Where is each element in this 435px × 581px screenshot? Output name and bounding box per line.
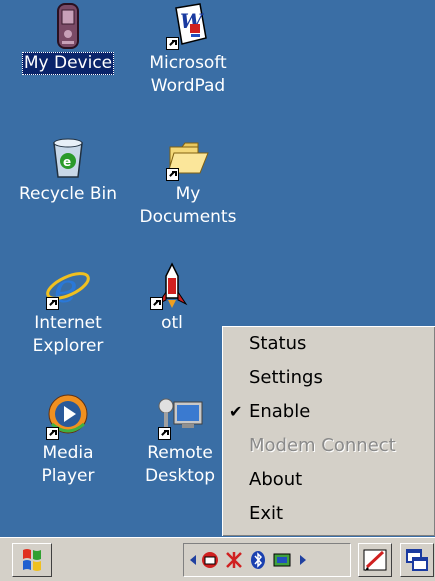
media-player-icon bbox=[44, 392, 92, 440]
shortcut-arrow-icon bbox=[158, 427, 171, 440]
desktop-icon-label: My Documents bbox=[139, 184, 237, 227]
window-switch-icon bbox=[406, 549, 428, 571]
windows-flag-icon bbox=[23, 549, 41, 571]
menu-item-settings[interactable]: Settings bbox=[223, 361, 435, 395]
network-icon[interactable] bbox=[200, 550, 220, 570]
menu-item-status[interactable]: Status bbox=[223, 327, 435, 361]
menu-item-label: Enable bbox=[249, 401, 311, 422]
menu-item-modem-connect: Modem Connect bbox=[223, 429, 435, 463]
internet-explorer-icon: e bbox=[44, 262, 92, 312]
remote-desktop-icon bbox=[156, 392, 204, 440]
menu-item-exit[interactable]: Exit bbox=[223, 497, 435, 531]
menu-item-about[interactable]: About bbox=[223, 463, 435, 497]
menu-item-label: About bbox=[249, 469, 303, 490]
shortcut-arrow-icon bbox=[166, 37, 179, 50]
folder-icon bbox=[164, 133, 212, 181]
window-switch-button[interactable] bbox=[400, 543, 434, 577]
menu-item-label: Exit bbox=[249, 503, 284, 524]
recycle-bin-icon: e bbox=[44, 133, 92, 181]
scroll-left-icon[interactable] bbox=[186, 550, 200, 570]
taskbar bbox=[0, 537, 435, 581]
pen-input-button[interactable] bbox=[358, 543, 392, 577]
desktop-icon-wordpad[interactable]: W Microsoft WordPad bbox=[128, 2, 248, 98]
desktop-icon-label: Microsoft WordPad bbox=[149, 53, 227, 96]
start-button[interactable] bbox=[12, 543, 52, 577]
menu-item-enable[interactable]: ✔ Enable bbox=[223, 395, 435, 429]
desktop-icon-label: Recycle Bin bbox=[18, 184, 117, 204]
my-device-icon bbox=[44, 2, 92, 50]
system-tray bbox=[183, 543, 351, 577]
connection-icon[interactable] bbox=[272, 550, 292, 570]
rocket-icon bbox=[148, 262, 196, 310]
desktop-icon-label: My Device bbox=[21, 52, 115, 75]
menu-item-label: Modem Connect bbox=[249, 435, 396, 456]
pen-input-icon bbox=[363, 549, 387, 571]
desktop-icon-media-player[interactable]: Media Player bbox=[8, 392, 128, 488]
checkmark-icon: ✔ bbox=[229, 402, 243, 421]
scroll-right-icon[interactable] bbox=[296, 550, 310, 570]
shortcut-arrow-icon bbox=[46, 297, 59, 310]
bluetooth-icon[interactable] bbox=[248, 550, 268, 570]
desktop-icon-otl[interactable]: otl bbox=[112, 262, 232, 335]
shortcut-arrow-icon bbox=[150, 297, 163, 310]
desktop-icon-label: Internet Explorer bbox=[32, 313, 104, 356]
desktop-icon-my-documents[interactable]: My Documents bbox=[128, 133, 248, 229]
desktop-icon-label: Remote Desktop bbox=[144, 443, 216, 486]
bluetooth-disabled-icon[interactable] bbox=[224, 550, 244, 570]
desktop-icon-internet-explorer[interactable]: e Internet Explorer bbox=[8, 262, 128, 358]
desktop-icon-label: Media Player bbox=[41, 443, 95, 486]
desktop-icon-recycle-bin[interactable]: e Recycle Bin bbox=[8, 133, 128, 206]
desktop-icon-my-device[interactable]: My Device bbox=[8, 2, 128, 75]
svg-text:e: e bbox=[63, 155, 71, 169]
shortcut-arrow-icon bbox=[166, 168, 179, 181]
menu-item-label: Settings bbox=[249, 367, 323, 388]
tray-context-menu: Status Settings ✔ Enable Modem Connect A… bbox=[222, 326, 435, 536]
desktop-icon-label: otl bbox=[161, 313, 183, 333]
menu-item-label: Status bbox=[249, 333, 307, 354]
wordpad-icon: W bbox=[164, 2, 212, 50]
shortcut-arrow-icon bbox=[46, 427, 59, 440]
